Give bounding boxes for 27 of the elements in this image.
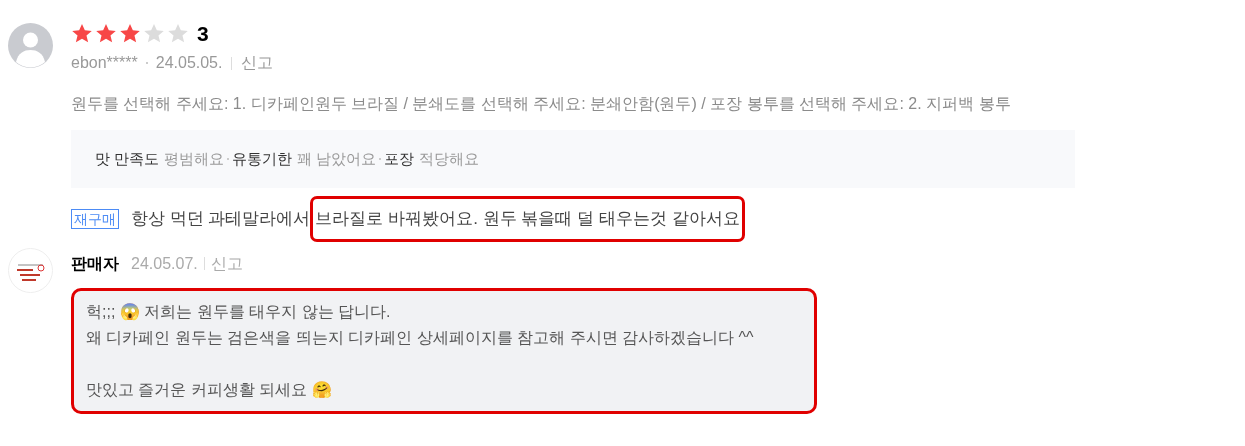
attribute-value: 적당해요 [419, 148, 480, 169]
star-icon [143, 23, 165, 44]
reply-text: 맛있고 즐거운 커피생활 되세요 🤗 [86, 379, 333, 400]
rating-value: 3 [197, 23, 209, 44]
attribute-name: 맛 만족도 [95, 148, 160, 169]
attribute-value: 꽤 남았어요 [297, 148, 377, 169]
report-link[interactable]: 신고 [241, 51, 274, 75]
author-name: ebon***** [71, 53, 138, 73]
star-icon [119, 23, 141, 44]
attribute-value: 평범해요 [164, 148, 225, 169]
star-icon [95, 23, 117, 44]
attribute-name: 포장 [384, 148, 415, 169]
seller-logo-icon [8, 247, 53, 293]
attribute-name: 유통기한 [232, 148, 293, 169]
review-date: 24.05.05. [155, 53, 223, 73]
avatar-icon [8, 23, 53, 68]
reply-text: 왜 디카페인 원두는 검은색을 띄는지 디카페인 상세페이지를 참고해 주시면 감사하겠습니다 ^^ [86, 327, 755, 348]
option-text: 원두를 선택해 주세요: 1. 디카페인원두 브라질 / 분쇄도를 선택해 주세요: 분쇄안함(원두) / 포장 봉투를 선택해 주세요: 2. 지퍼백 봉투 [71, 94, 1012, 114]
review-text: 항상 먹던 과테말라에서 [131, 208, 311, 230]
report-link[interactable]: 신고 [210, 251, 243, 276]
repurchase-tag: 재구매 [71, 208, 119, 229]
star-icon [71, 23, 93, 44]
seller-name: 판매자 [71, 253, 119, 274]
reply-text: 헉;;; 😱 저희는 원두를 태우지 않는 답니다. [86, 301, 392, 323]
highlighted-review-text: 브라질로 바꿔봤어요. 원두 볶을때 덜 태우는것 같아서요 [310, 196, 745, 242]
star-icon [167, 23, 189, 44]
reply-date: 24.05.07. [131, 253, 198, 274]
